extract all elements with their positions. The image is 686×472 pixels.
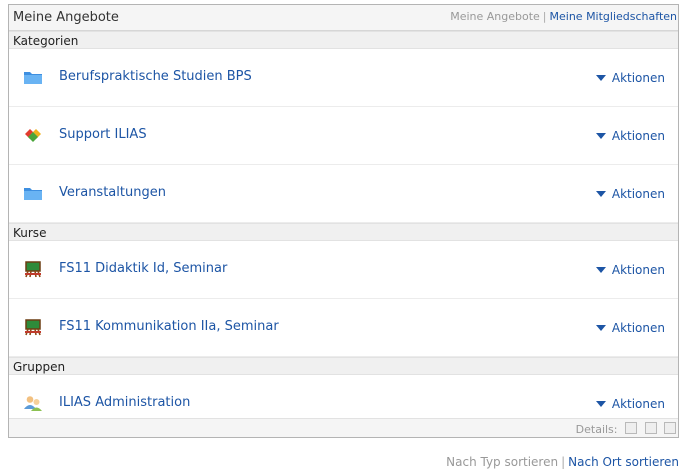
actions-dropdown[interactable]: Aktionen [595,321,665,335]
details-standard-icon[interactable] [644,422,657,434]
folder-icon [23,69,43,86]
item-title-link[interactable]: Berufspraktische Studien BPS [59,69,252,84]
actions-label: Aktionen [611,263,665,277]
list-item-berufspraktische-studien: Berufspraktische Studien BPS Aktionen [9,49,678,107]
details-label: Details: [575,423,618,436]
memberships-link[interactable]: Meine Mitgliedschaften [550,10,677,23]
list-item-support-ilias: Support ILIAS Aktionen [9,107,678,165]
item-title-link[interactable]: Veranstaltungen [59,185,166,200]
sort-separator: | [561,455,566,469]
support-icon [23,127,43,144]
sort-by-type-label: Nach Typ sortieren [446,455,559,469]
group-people-icon [23,395,43,412]
actions-label: Aktionen [611,71,665,85]
item-title-link[interactable]: FS11 Didaktik Id, Seminar [59,261,227,276]
actions-dropdown[interactable]: Aktionen [595,129,665,143]
actions-label: Aktionen [611,397,665,411]
header-separator: | [542,10,547,23]
caret-down-icon [595,133,606,139]
actions-dropdown[interactable]: Aktionen [595,263,665,277]
sort-by-location-link[interactable]: Nach Ort sortieren [568,455,679,469]
actions-dropdown[interactable]: Aktionen [595,187,665,201]
actions-label: Aktionen [611,129,665,143]
current-view-label: Meine Angebote [450,10,540,23]
course-board-icon [23,261,43,278]
list-item-didaktik: FS11 Didaktik Id, Seminar Aktionen [9,241,678,299]
list-item-kommunikation: FS11 Kommunikation IIa, Seminar Aktionen [9,299,678,357]
actions-label: Aktionen [611,187,665,201]
details-presentation: Details: [576,422,676,436]
section-kurse-header: Kurse [9,223,678,241]
item-title-link[interactable]: FS11 Kommunikation IIa, Seminar [59,319,279,334]
folder-icon [23,185,43,202]
section-gruppen-header: Gruppen [9,357,678,375]
caret-down-icon [595,191,606,197]
caret-down-icon [595,75,606,81]
list-item-veranstaltungen: Veranstaltungen Aktionen [9,165,678,223]
header-view-links: Meine Angebote | Meine Mitgliedschaften [450,10,677,23]
item-title-link[interactable]: Support ILIAS [59,127,147,142]
caret-down-icon [595,267,606,273]
actions-dropdown[interactable]: Aktionen [595,71,665,85]
details-full-icon[interactable] [664,422,676,434]
item-title-link[interactable]: ILIAS Administration [59,395,190,410]
caret-down-icon [595,325,606,331]
meine-angebote-panel: Meine Angebote Meine Angebote | Meine Mitg… [8,4,679,438]
panel-header: Meine Angebote Meine Angebote | Meine Mitg… [9,5,678,31]
panel-title: Meine Angebote [13,10,119,25]
actions-dropdown[interactable]: Aktionen [595,397,665,411]
details-minimal-icon[interactable] [625,422,637,434]
sort-options: Nach Typ sortieren | Nach Ort sortieren [446,455,679,469]
caret-down-icon [595,401,606,407]
course-board-icon [23,319,43,336]
details-row: Details: [9,418,678,437]
actions-label: Aktionen [611,321,665,335]
section-kategorien-header: Kategorien [9,31,678,49]
